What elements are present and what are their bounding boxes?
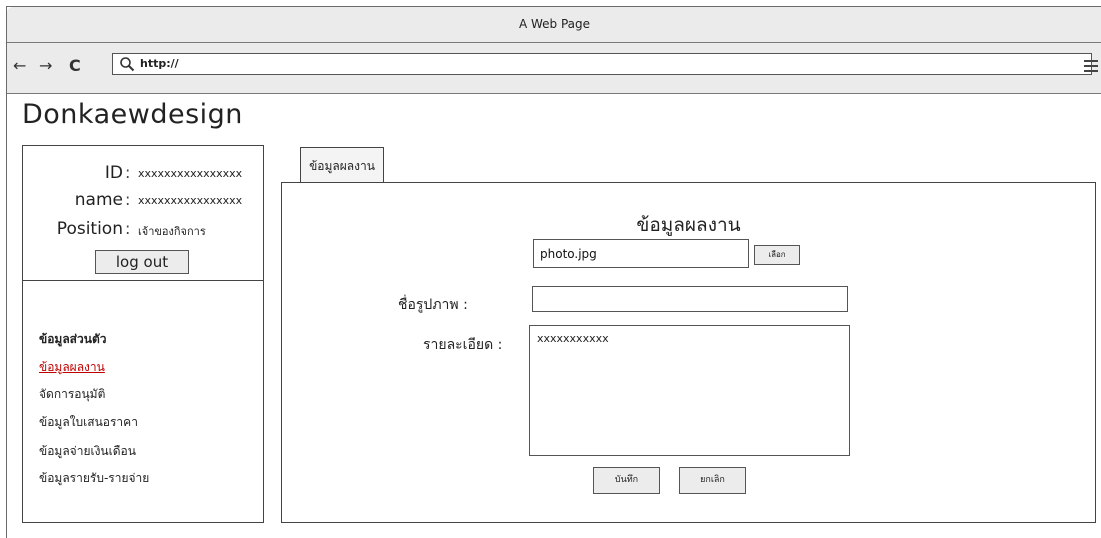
forward-arrow-icon[interactable]: →	[39, 57, 52, 75]
tab-portfolio[interactable]: ข้อมูลผลงาน	[300, 147, 384, 183]
sidebar-item-approval[interactable]: จัดการอนุมัติ	[39, 385, 105, 404]
window-title: A Web Page	[518, 17, 591, 31]
form-heading: ข้อมูลผลงาน	[636, 214, 741, 236]
user-info-panel: ID : xxxxxxxxxxxxxxxx name : xxxxxxxxxxx…	[22, 145, 264, 281]
sidebar-item-portfolio[interactable]: ข้อมูลผลงาน	[39, 358, 105, 377]
address-bar[interactable]: http://	[112, 53, 1092, 75]
position-colon: :	[125, 219, 131, 238]
browse-button[interactable]: เลือก	[754, 245, 800, 265]
id-row: ID : xxxxxxxxxxxxxxxx	[23, 163, 263, 185]
image-name-input[interactable]	[532, 286, 848, 312]
detail-label: รายละเอียด :	[423, 337, 503, 353]
sidebar-item-income-expense[interactable]: ข้อมูลรายรับ-รายจ่าย	[39, 469, 149, 488]
image-name-label: ชื่อรูปภาพ :	[398, 297, 468, 313]
portfolio-form-panel: ข้อมูลผลงาน photo.jpg เลือก ชื่อรูปภาพ :…	[281, 182, 1096, 523]
id-value: xxxxxxxxxxxxxxxx	[138, 167, 243, 180]
save-button[interactable]: บันทึก	[593, 467, 660, 494]
detail-textarea[interactable]: xxxxxxxxxxx	[529, 325, 850, 456]
name-value: xxxxxxxxxxxxxxxx	[138, 194, 243, 207]
browser-toolbar: ← → C http://	[7, 43, 1101, 94]
site-brand: Donkaewdesign	[22, 99, 243, 130]
back-arrow-icon[interactable]: ←	[13, 57, 26, 75]
title-bar: A Web Page	[7, 7, 1101, 43]
sidebar-item-payroll[interactable]: ข้อมูลจ่ายเงินเดือน	[39, 442, 136, 461]
url-text[interactable]: http://	[140, 57, 179, 70]
search-icon	[120, 57, 135, 72]
cancel-button[interactable]: ยกเลิก	[679, 467, 746, 494]
file-path-field[interactable]: photo.jpg	[533, 239, 749, 268]
sidebar-item-quotation[interactable]: ข้อมูลใบเสนอราคา	[39, 413, 138, 432]
id-label: ID	[104, 163, 123, 183]
position-row: Position : เจ้าของกิจการ	[23, 219, 263, 241]
sidebar-nav: ข้อมูลส่วนตัว ข้อมูลผลงาน จัดการอนุมัติ …	[22, 281, 264, 523]
reload-icon[interactable]: C	[69, 57, 81, 75]
name-row: name : xxxxxxxxxxxxxxxx	[23, 190, 263, 212]
position-value: เจ้าของกิจการ	[138, 225, 206, 238]
name-label: name	[74, 190, 123, 210]
name-colon: :	[125, 190, 131, 209]
hamburger-menu-icon[interactable]	[1084, 60, 1098, 74]
sidebar-item-personal-info[interactable]: ข้อมูลส่วนตัว	[39, 330, 106, 349]
position-label: Position	[56, 219, 123, 239]
logout-button[interactable]: log out	[95, 250, 189, 274]
id-colon: :	[125, 163, 131, 182]
